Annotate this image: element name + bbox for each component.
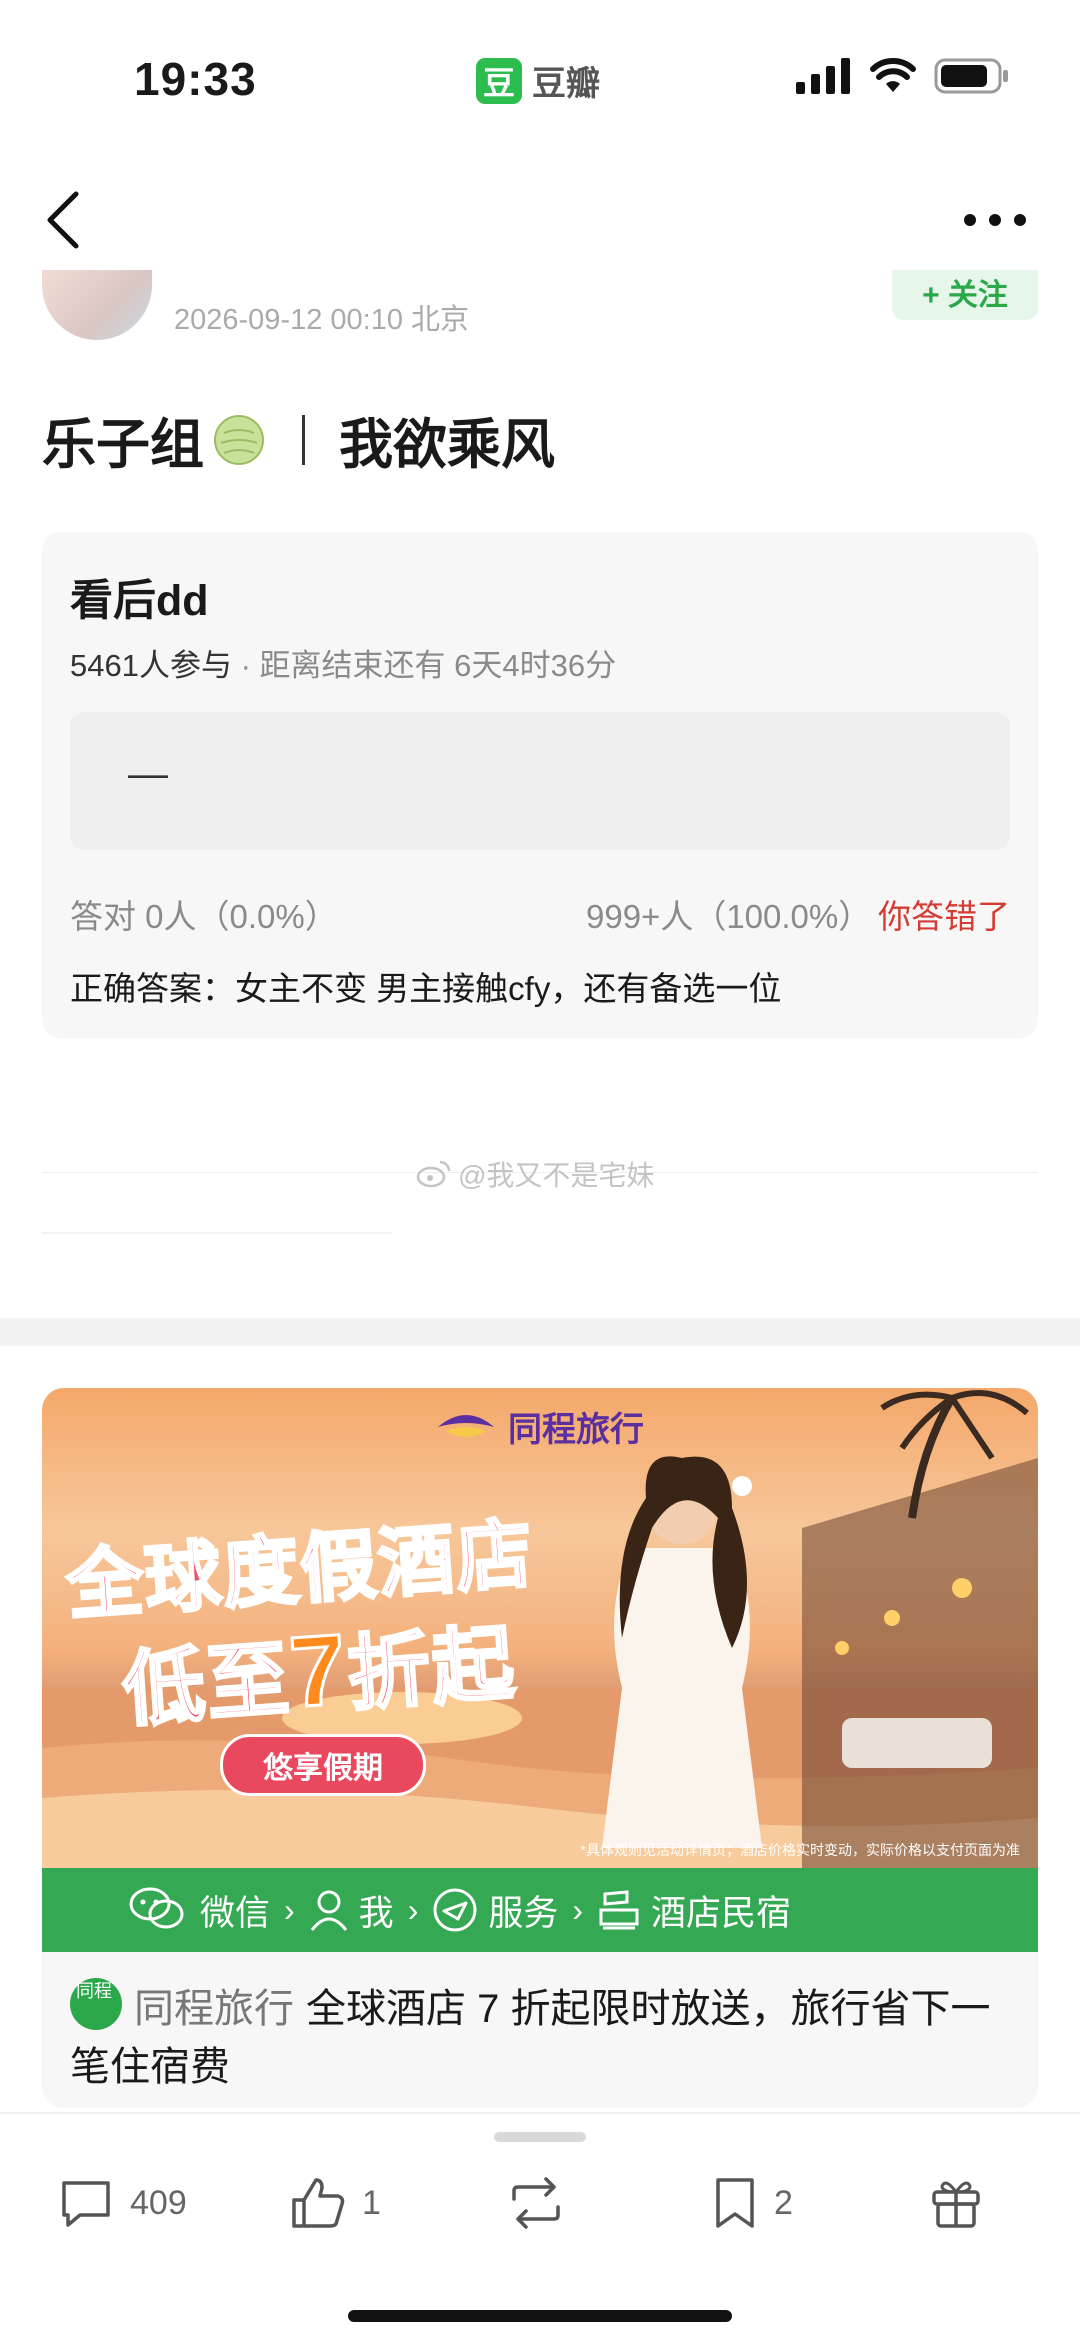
weibo-icon bbox=[416, 1160, 451, 1188]
comment-icon bbox=[62, 2181, 110, 2227]
tongcheng-logo-icon: 同程 bbox=[70, 1978, 122, 2030]
quiz-option[interactable]: — bbox=[70, 712, 1010, 850]
status-app-indicator: 豆 豆瓣 bbox=[476, 56, 600, 105]
post-title-group[interactable]: 乐子组 bbox=[42, 400, 204, 479]
ad-caption[interactable]: 同程 同程旅行 全球酒店 7 折起限时放送，旅行省下一笔住宿费 bbox=[70, 1978, 1010, 2096]
ad-headline-prefix: 低至 bbox=[118, 1633, 295, 1738]
post-title: 乐子组 我欲乘风 bbox=[42, 400, 555, 479]
comment-button[interactable]: 409 bbox=[58, 2160, 187, 2246]
ad-strip-step-service: 服务 bbox=[488, 1893, 559, 1933]
chevron-right-icon: › bbox=[284, 1891, 295, 1928]
quiz-separator: · bbox=[231, 648, 260, 683]
user-icon bbox=[310, 1890, 347, 1931]
author-row: 2026-09-12 00:10 北京 + 关注 bbox=[0, 270, 1080, 350]
quiz-title: 看后dd bbox=[70, 577, 209, 625]
gift-icon bbox=[932, 2181, 980, 2228]
ad-strip-step-wechat: 微信 bbox=[200, 1893, 271, 1933]
ad-path-strip[interactable]: 微信 › 我 › 服务 › 酒店民宿 bbox=[42, 1868, 1038, 1952]
douban-logo-icon: 豆 bbox=[476, 57, 522, 104]
ad-card[interactable]: 同程旅行 全球度假酒店 低至7折起 悠享假期 *具体规则见活动详情页；酒店价格实… bbox=[42, 1388, 1038, 2108]
like-button[interactable]: 1 bbox=[290, 2160, 381, 2246]
ad-banner[interactable]: 同程旅行 全球度假酒店 低至7折起 悠享假期 *具体规则见活动详情页；酒店价格实… bbox=[42, 1388, 1038, 1868]
ad-strip-step-me: 我 bbox=[358, 1893, 394, 1933]
chevron-right-icon: › bbox=[572, 1891, 584, 1928]
status-time: 19:33 bbox=[134, 53, 257, 105]
gift-button[interactable] bbox=[930, 2160, 982, 2246]
avatar[interactable] bbox=[42, 270, 152, 340]
quiz-wrong-count: 999+人（100.0%） bbox=[586, 898, 872, 935]
status-bar: 19:33 豆 豆瓣 bbox=[0, 0, 1080, 160]
title-divider bbox=[302, 414, 305, 465]
repost-icon bbox=[512, 2177, 560, 2229]
follow-button[interactable]: + 关注 bbox=[892, 270, 1038, 320]
quiz-option-text: — bbox=[128, 752, 168, 796]
ad-caption-brand: 同程旅行 bbox=[134, 1987, 294, 2031]
like-count: 1 bbox=[362, 2183, 381, 2222]
nav-bar bbox=[0, 180, 1080, 260]
more-options-icon[interactable] bbox=[960, 200, 1030, 240]
ad-disclaimer: *具体规则见活动详情页；酒店价格实时变动，实际价格以支付页面为准 bbox=[580, 1842, 1020, 1858]
signal-icon bbox=[796, 58, 850, 94]
wifi-icon bbox=[870, 58, 916, 92]
bookmark-button[interactable]: 2 bbox=[712, 2160, 793, 2246]
ad-banner-brand: 同程旅行 bbox=[434, 1402, 644, 1451]
quiz-correct-count: 答对 0人（0.0%） bbox=[70, 898, 338, 935]
drag-handle[interactable] bbox=[494, 2132, 586, 2142]
watermark-text: @我又不是宅妹 bbox=[458, 1160, 655, 1191]
status-icons bbox=[796, 58, 1010, 94]
quiz-participants: 5461人参与 bbox=[70, 648, 232, 683]
comment-count: 409 bbox=[130, 2183, 187, 2222]
battery-icon bbox=[934, 58, 1008, 94]
quiz-verdict: 你答错了 bbox=[878, 898, 1010, 935]
melon-icon bbox=[214, 414, 264, 465]
quiz-time-left: 距离结束还有 6天4时36分 bbox=[259, 648, 617, 683]
thumbs-up-icon bbox=[292, 2178, 345, 2228]
service-icon bbox=[433, 1888, 477, 1932]
bookmark-icon bbox=[716, 2178, 754, 2228]
ad-logo-text: 同程 bbox=[76, 1981, 112, 2001]
hotel-bed-icon bbox=[599, 1890, 639, 1930]
wechat-icon bbox=[129, 1887, 184, 1929]
home-indicator bbox=[348, 2310, 732, 2322]
back-icon[interactable] bbox=[40, 190, 90, 250]
ad-headline-number: 7 bbox=[285, 1612, 353, 1731]
repost-button[interactable] bbox=[506, 2160, 566, 2246]
bottom-action-bar: 409 1 2 bbox=[0, 2112, 1080, 2341]
quiz-stats: 5461人参与 · 距离结束还有 6天4时36分 bbox=[70, 640, 616, 685]
ad-headline-suffix: 折起 bbox=[343, 1617, 520, 1722]
divider bbox=[42, 1232, 392, 1234]
ad-strip-step-hotel: 酒店民宿 bbox=[651, 1893, 792, 1933]
ad-pill: 悠享假期 bbox=[220, 1734, 426, 1796]
section-gap bbox=[0, 1318, 1080, 1346]
post-meta: 2026-09-12 00:10 北京 bbox=[174, 304, 470, 336]
post-title-text: 我欲乘风 bbox=[339, 415, 555, 475]
ad-banner-brand-name: 同程旅行 bbox=[508, 1411, 644, 1449]
tongcheng-logo-icon bbox=[438, 1414, 494, 1437]
bookmark-count: 2 bbox=[774, 2183, 793, 2222]
status-app-name: 豆瓣 bbox=[532, 65, 600, 103]
chevron-right-icon: › bbox=[407, 1891, 419, 1928]
watermark: @我又不是宅妹 bbox=[416, 1154, 654, 1194]
quiz-correct-answer: 正确答案：女主不变 男主接触cfy，还有备选一位 bbox=[70, 970, 782, 1007]
quiz-card: 看后dd 5461人参与 · 距离结束还有 6天4时36分 — 答对 0人（0.… bbox=[42, 532, 1038, 1038]
